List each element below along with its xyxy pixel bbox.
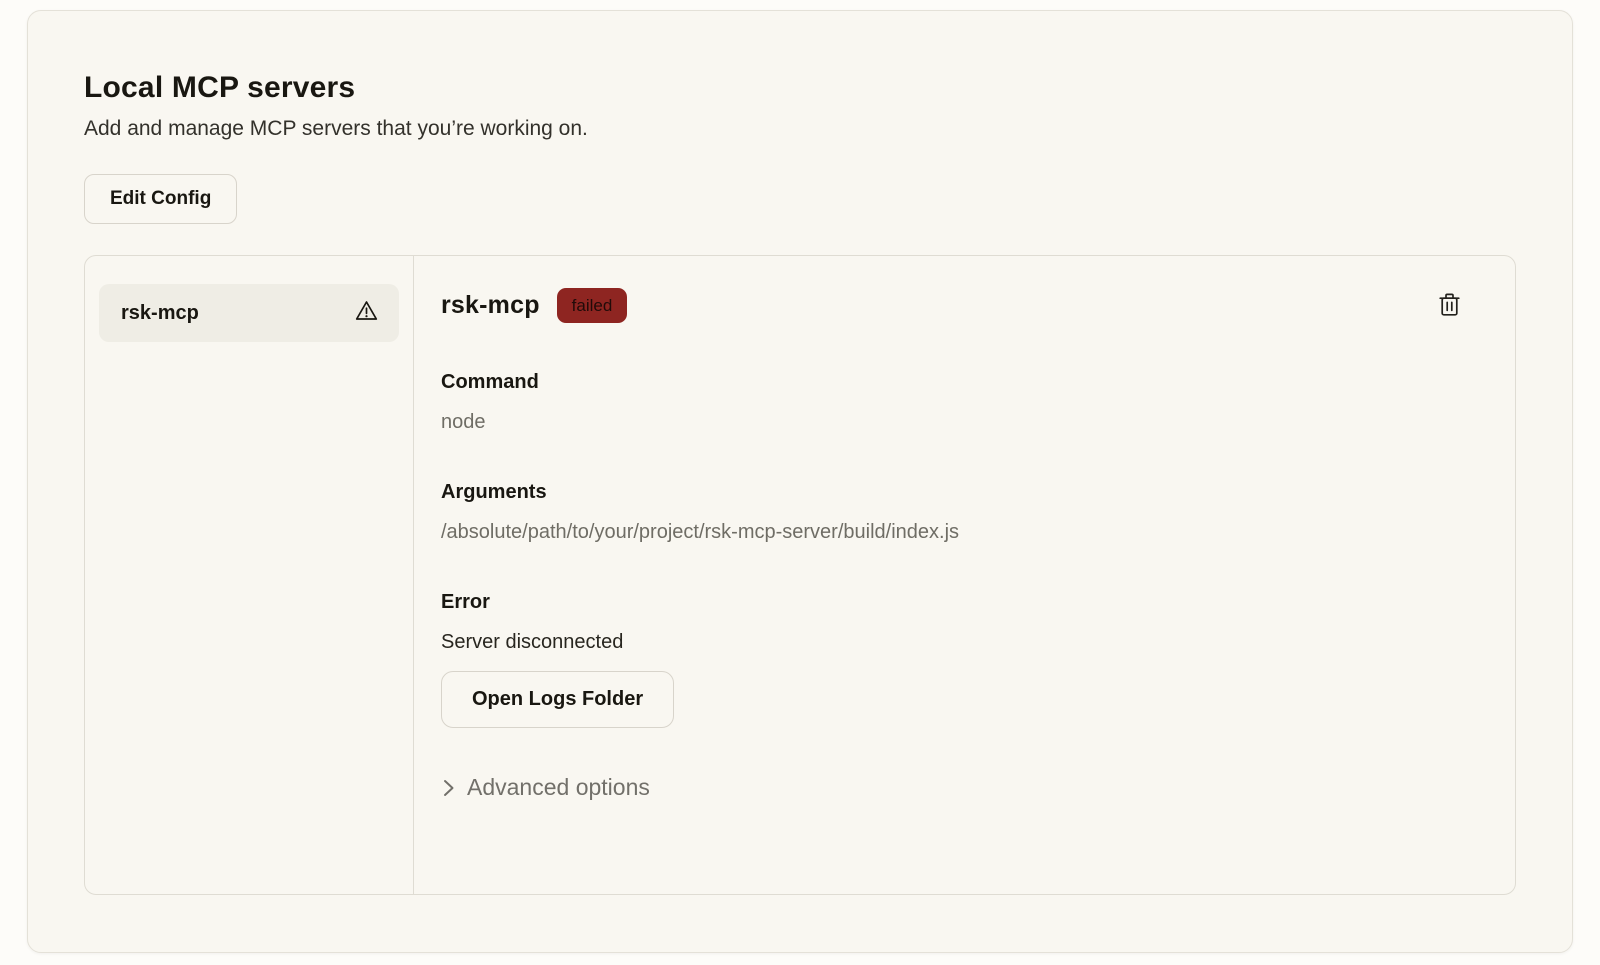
page-subtitle: Add and manage MCP servers that you’re w…: [84, 117, 1516, 141]
advanced-options-toggle[interactable]: Advanced options: [441, 774, 650, 801]
trash-icon: [1439, 292, 1460, 320]
arguments-value: /absolute/path/to/your/project/rsk-mcp-s…: [441, 521, 1462, 544]
error-value: Server disconnected: [441, 631, 1462, 654]
warning-triangle-icon: [355, 300, 378, 326]
page-title: Local MCP servers: [84, 71, 1516, 105]
server-detail-pane: rsk-mcp failed Command node: [413, 256, 1515, 894]
settings-card: Local MCP servers Add and manage MCP ser…: [27, 10, 1573, 953]
server-list-item-rsk-mcp[interactable]: rsk-mcp: [99, 284, 399, 342]
server-name-heading: rsk-mcp: [441, 291, 540, 320]
open-logs-folder-button[interactable]: Open Logs Folder: [441, 671, 674, 728]
chevron-right-icon: [441, 777, 456, 799]
arguments-label: Arguments: [441, 481, 1462, 504]
status-badge: failed: [557, 288, 628, 323]
server-panel: rsk-mcp rsk-mcp failed: [84, 255, 1516, 895]
delete-server-button[interactable]: [1437, 290, 1462, 322]
server-item-name: rsk-mcp: [121, 302, 199, 325]
advanced-options-label: Advanced options: [467, 774, 650, 801]
server-detail-header: rsk-mcp failed: [441, 288, 1462, 323]
server-list-sidebar: rsk-mcp: [85, 256, 413, 894]
command-value: node: [441, 411, 1462, 434]
edit-config-button[interactable]: Edit Config: [84, 174, 237, 224]
command-label: Command: [441, 371, 1462, 394]
error-label: Error: [441, 591, 1462, 614]
